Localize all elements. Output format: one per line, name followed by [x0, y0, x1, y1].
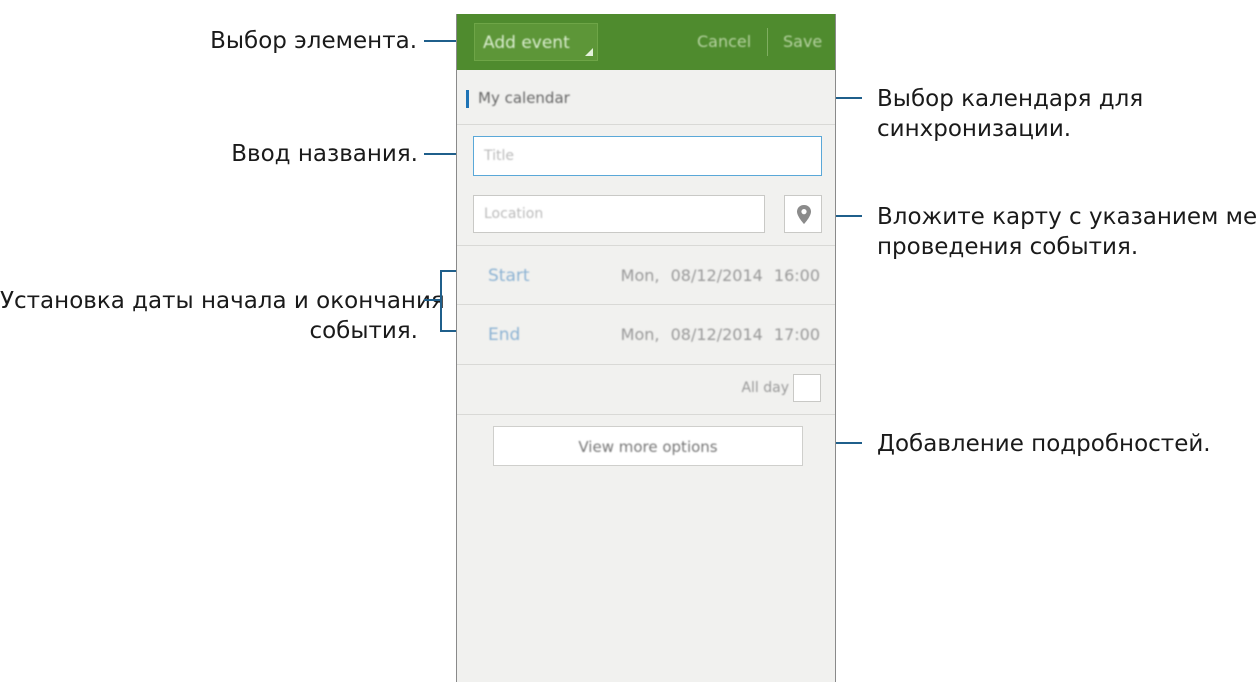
- save-button[interactable]: Save: [783, 32, 822, 51]
- start-datetime[interactable]: Mon, 08/12/2014 16:00: [621, 266, 820, 285]
- callout-bracket-set-dates: [440, 270, 442, 332]
- phone-screen: Add event Cancel Save My calendar Title …: [456, 14, 836, 682]
- map-button[interactable]: [784, 195, 822, 233]
- start-label: Start: [488, 266, 530, 286]
- action-bar: Add event Cancel Save: [457, 14, 835, 70]
- title-placeholder: Title: [484, 148, 515, 164]
- event-type-label: Add event: [483, 33, 570, 53]
- annotation-select-item: Выбор элемента.: [210, 28, 417, 54]
- annotation-attach-map-1: Вложите карту с указанием места: [877, 204, 1258, 230]
- annotation-attach-map-2: проведения события.: [877, 234, 1139, 260]
- calendar-color-indicator: [466, 90, 469, 108]
- dropdown-corner-icon: [585, 48, 593, 56]
- location-placeholder: Location: [484, 206, 544, 222]
- end-row[interactable]: End Mon, 08/12/2014 17:00: [457, 305, 835, 363]
- calendar-name: My calendar: [478, 89, 570, 107]
- start-row[interactable]: Start Mon, 08/12/2014 16:00: [457, 246, 835, 304]
- map-pin-icon: [797, 205, 811, 224]
- divider: [457, 364, 835, 365]
- annotation-select-calendar-2: синхронизации.: [877, 116, 1072, 142]
- calendar-selector[interactable]: My calendar: [457, 70, 835, 125]
- start-time: 16:00: [773, 266, 820, 285]
- annotation-add-details: Добавление подробностей.: [877, 431, 1211, 457]
- annotation-set-dates-1: Установка даты начала и окончания: [0, 288, 445, 314]
- action-divider: [767, 28, 768, 56]
- view-more-options-button[interactable]: View more options: [493, 426, 803, 466]
- annotation-set-dates-2: события.: [309, 318, 418, 344]
- all-day-label: All day: [741, 380, 789, 396]
- title-input[interactable]: Title: [473, 136, 822, 176]
- start-date: Mon, 08/12/2014: [620, 266, 763, 285]
- all-day-checkbox[interactable]: [793, 374, 821, 402]
- location-input[interactable]: Location: [473, 195, 765, 233]
- end-datetime[interactable]: Mon, 08/12/2014 17:00: [621, 325, 820, 344]
- end-time: 17:00: [773, 325, 820, 344]
- cancel-button[interactable]: Cancel: [697, 32, 751, 51]
- annotation-select-calendar-1: Выбор календаря для: [877, 86, 1144, 112]
- view-more-options-label: View more options: [578, 438, 718, 456]
- annotation-enter-title: Ввод названия.: [231, 141, 418, 167]
- divider: [457, 414, 835, 415]
- end-date: Mon, 08/12/2014: [620, 325, 763, 344]
- end-label: End: [488, 325, 521, 345]
- callout-line-set-dates: [424, 299, 440, 301]
- event-type-selector[interactable]: Add event: [474, 23, 598, 61]
